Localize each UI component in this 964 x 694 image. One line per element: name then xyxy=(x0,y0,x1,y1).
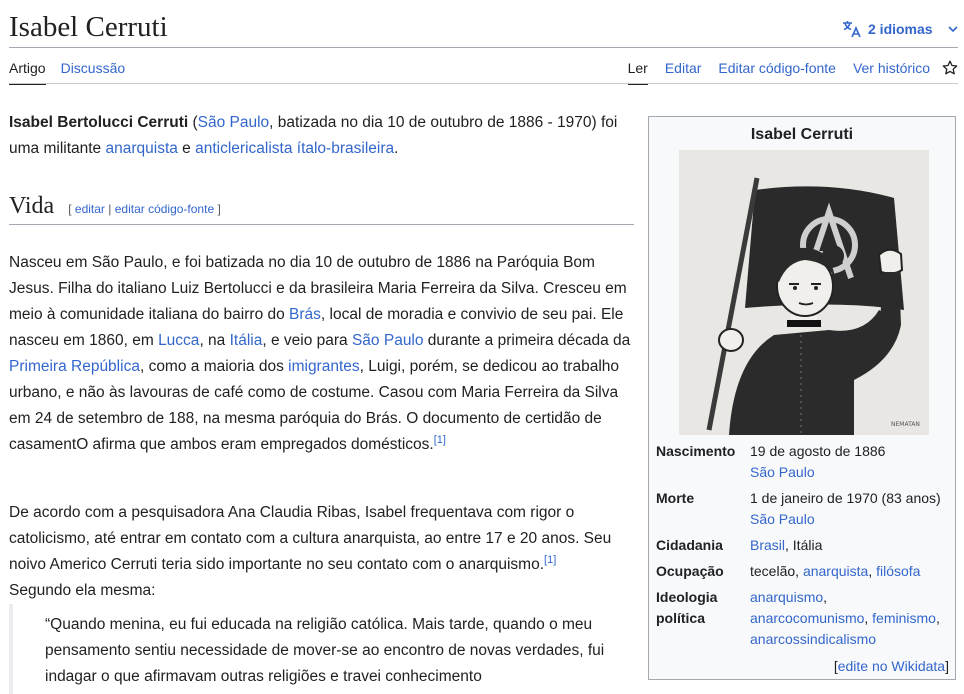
infobox-row-nascimento: Nascimento 19 de agosto de 1886 São Paulo xyxy=(656,441,952,483)
infobox-row-ideologia: Ideologia política anarquismo, anarcocomu… xyxy=(656,587,952,650)
separator: , xyxy=(935,610,940,626)
subject-name: Isabel Bertolucci Cerruti xyxy=(9,114,189,131)
citizenship-text: , Itália xyxy=(785,537,823,553)
paragraph-text: De acordo com a pesquisadora Ana Claudia… xyxy=(9,503,612,573)
image-signature: NEMATAN xyxy=(891,421,920,428)
infobox-row-morte: Morte 1 de janeiro de 1970 (83 anos) São … xyxy=(656,488,952,530)
tab-ler[interactable]: Ler xyxy=(627,60,648,85)
link-anarquista[interactable]: anarquista xyxy=(105,140,177,157)
link-death-place[interactable]: São Paulo xyxy=(750,511,815,527)
infobox-label: Nascimento xyxy=(656,443,736,459)
section-title: Vida xyxy=(9,193,55,219)
portrait-image[interactable]: NEMATAN xyxy=(679,150,929,435)
link-imigrantes[interactable]: imigrantes xyxy=(288,358,360,375)
infobox-value: anarquismo, anarcocomunismo, feminismo, an… xyxy=(750,587,952,650)
infobox: Isabel Cerruti NEMATAN Nascimento 19 de … xyxy=(648,116,956,680)
namespace-tabs: Artigo Discussão xyxy=(9,60,125,85)
paragraph-text: durante a primeira década da xyxy=(423,331,631,349)
infobox-label: Cidadania xyxy=(656,537,723,553)
separator: , xyxy=(823,589,828,605)
death-date: 1 de janeiro de 1970 (83 anos) xyxy=(750,490,941,506)
infobox-label: Ocupação xyxy=(656,563,724,579)
link-sao-paulo[interactable]: São Paulo xyxy=(198,114,270,131)
edit-section-link[interactable]: editar xyxy=(75,202,105,216)
tab-artigo[interactable]: Artigo xyxy=(9,60,46,85)
occupation-text: tecelão, xyxy=(750,563,803,579)
infobox-label: Ideologia política xyxy=(656,589,718,626)
tab-editar-codigo-fonte[interactable]: Editar código-fonte xyxy=(718,60,836,83)
tab-editar[interactable]: Editar xyxy=(665,60,702,83)
intro-text: ( xyxy=(188,114,198,131)
link-brasil[interactable]: Brasil xyxy=(750,537,785,553)
blockquote: “Quando menina, eu fui educada na religi… xyxy=(9,604,609,694)
section-heading-vida: Vida [ editar | editar código-fonte ] xyxy=(9,191,634,225)
link-anarcossindicalismo[interactable]: anarcossindicalismo xyxy=(750,631,876,647)
bracket: ] xyxy=(214,202,221,216)
separator: | xyxy=(104,202,115,216)
intro-paragraph: Isabel Bertolucci Cerruti (São Paulo, ba… xyxy=(9,110,634,162)
link-anticlericalista[interactable]: anticlericalista ítalo-brasileira xyxy=(195,140,394,157)
page-title: Isabel Cerruti xyxy=(9,11,168,43)
infobox-row-ocupacao: Ocupação tecelão, anarquista, filósofa xyxy=(656,561,952,582)
separator: , xyxy=(864,610,873,626)
birth-date: 19 de agosto de 1886 xyxy=(750,443,886,459)
link-italia[interactable]: Itália xyxy=(230,332,263,349)
wikidata-edit: [edite no Wikidata] xyxy=(834,656,949,676)
view-tabs: Ler Editar Editar código-fonte Ver histó… xyxy=(627,60,958,85)
bracket: ] xyxy=(945,658,949,674)
intro-text: . xyxy=(394,140,399,157)
link-primeira-republica[interactable]: Primeira República xyxy=(9,358,140,375)
paragraph-text: , como a maioria dos xyxy=(139,357,289,375)
tabs-divider xyxy=(9,83,958,84)
title-divider xyxy=(9,47,958,48)
infobox-row-cidadania: Cidadania Brasil, Itália xyxy=(656,535,952,556)
translate-icon xyxy=(843,21,861,38)
infobox-value: 1 de janeiro de 1970 (83 anos) São Paulo xyxy=(750,488,952,530)
portrait-illustration: NEMATAN xyxy=(679,150,929,435)
link-lucca[interactable]: Lucca xyxy=(158,332,199,349)
reference-link[interactable]: [1] xyxy=(434,434,446,446)
link-anarcocomunismo[interactable]: anarcocomunismo xyxy=(750,610,864,626)
edit-source-section-link[interactable]: editar código-fonte xyxy=(115,202,214,216)
link-sao-paulo-2[interactable]: São Paulo xyxy=(352,332,424,349)
watchlist-star-icon[interactable] xyxy=(942,60,958,76)
tab-discussao[interactable]: Discussão xyxy=(61,60,126,85)
infobox-title: Isabel Cerruti xyxy=(750,126,854,143)
paragraph-vida-1: Nasceu em São Paulo, e foi batizada no d… xyxy=(9,234,634,473)
link-bras[interactable]: Brás xyxy=(289,306,321,323)
paragraph-text: Segundo ela mesma: xyxy=(9,581,156,599)
link-anarquismo[interactable]: anarquismo xyxy=(750,589,823,605)
section-edit-links: [ editar | editar código-fonte ] xyxy=(68,202,221,216)
intro-text: e xyxy=(177,140,196,157)
link-occupation-anarquista[interactable]: anarquista xyxy=(803,563,868,579)
bracket: [ xyxy=(68,202,75,216)
infobox-value: 19 de agosto de 1886 São Paulo xyxy=(750,441,952,483)
language-selector[interactable]: 2 idiomas xyxy=(842,18,959,40)
quote-text: “Quando menina, eu fui educada na religi… xyxy=(45,616,605,685)
link-birth-place[interactable]: São Paulo xyxy=(750,464,815,480)
languages-label: 2 idiomas xyxy=(868,21,933,37)
paragraph-text: , e veio para xyxy=(262,331,352,349)
separator: , xyxy=(868,563,877,579)
chevron-down-icon xyxy=(948,26,958,33)
tab-ver-historico[interactable]: Ver histórico xyxy=(853,60,930,83)
link-occupation-filosofa[interactable]: filósofa xyxy=(876,563,920,579)
link-feminismo[interactable]: feminismo xyxy=(872,610,936,626)
edit-wikidata-link[interactable]: edite no Wikidata xyxy=(838,658,945,674)
reference-link[interactable]: [1] xyxy=(544,554,556,566)
infobox-value: tecelão, anarquista, filósofa xyxy=(750,561,952,582)
infobox-label: Morte xyxy=(656,490,695,506)
infobox-value: Brasil, Itália xyxy=(750,535,952,556)
paragraph-vida-2: De acordo com a pesquisadora Ana Claudia… xyxy=(9,484,634,619)
paragraph-text: , na xyxy=(199,331,230,349)
